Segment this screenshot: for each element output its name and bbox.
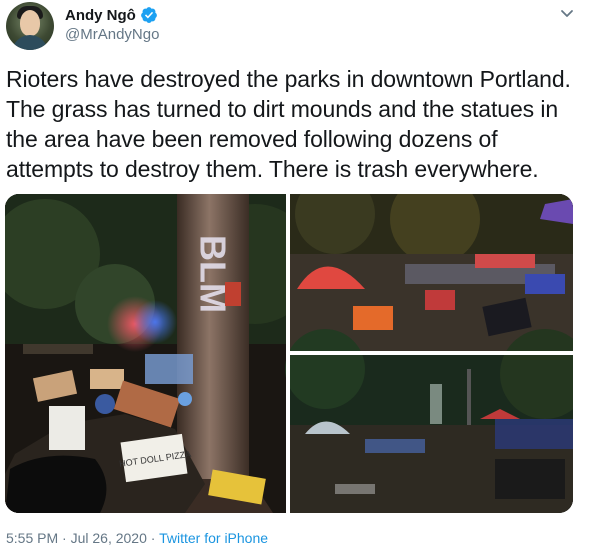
photo-night-park[interactable] [285,329,573,513]
author-handle[interactable]: @MrAndyNgo [65,26,159,43]
photo-park-tents[interactable] [290,194,573,351]
author-name[interactable]: Andy Ngô [65,7,136,24]
tweet-card: Andy Ngô @MrAndyNgo Rioters have destroy… [0,0,591,556]
media-grid: BLM HOT DOLL PIZZA [5,194,573,513]
tweet-text: Rioters have destroyed the parks in down… [6,66,571,182]
author-row: Andy Ngô [65,6,158,24]
tweet-time[interactable]: 5:55 PM [6,530,58,546]
photo-tree-trash[interactable]: BLM HOT DOLL PIZZA [5,194,315,513]
footer-separator: · [146,530,160,546]
footer-separator: · [58,530,71,546]
tweet-date[interactable]: Jul 26, 2020 [71,530,147,546]
tweet-footer: 5:55 PM · Jul 26, 2020 · Twitter for iPh… [6,530,268,546]
chevron-down-icon[interactable] [557,4,577,24]
tweet-source-link[interactable]: Twitter for iPhone [159,530,268,546]
avatar[interactable] [6,2,54,50]
verified-badge-icon [140,7,157,23]
